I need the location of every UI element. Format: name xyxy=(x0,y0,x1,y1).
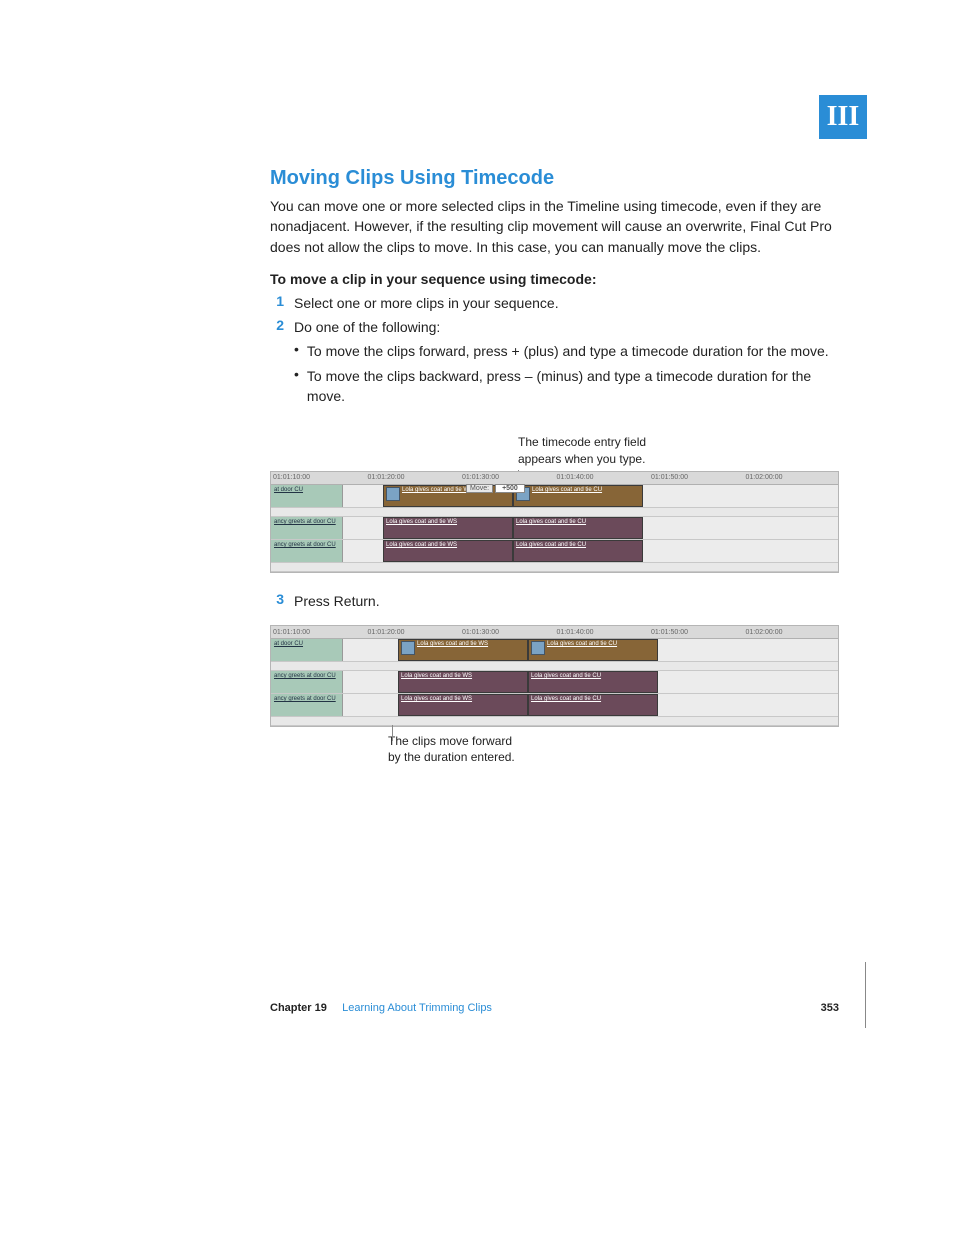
step-text: Press Return. xyxy=(294,591,380,611)
bullet-1: • To move the clips forward, press + (pl… xyxy=(294,341,839,361)
step-number: 2 xyxy=(270,317,284,337)
move-entry-field: Move: +500 xyxy=(466,484,525,493)
track-label: at door CU xyxy=(271,639,343,661)
clip-thumbnail-icon xyxy=(386,487,400,501)
timeline-ruler: 01:01:10:0001:01:20:0001:01:30:0001:01:4… xyxy=(271,626,838,639)
audio-track: ancy greets at door CU Lola gives coat a… xyxy=(271,517,838,540)
clip-thumbnail-icon xyxy=(401,641,415,655)
bullet-text: To move the clips forward, press + (plus… xyxy=(307,341,829,361)
step-3: 3 Press Return. xyxy=(270,591,839,611)
page-number: 353 xyxy=(821,1002,839,1014)
intro-paragraph: You can move one or more selected clips … xyxy=(270,196,839,257)
step-1: 1 Select one or more clips in your seque… xyxy=(270,293,839,313)
page-footer: Chapter 19 Learning About Trimming Clips… xyxy=(270,1002,839,1014)
audio-clip: Lola gives coat and tie CU xyxy=(513,517,643,539)
timeline-screenshot: 01:01:10:0001:01:20:0001:01:30:0001:01:4… xyxy=(270,471,839,573)
track-label: at door CU xyxy=(271,485,343,507)
audio-clip: Lola gives coat and tie CU xyxy=(528,694,658,716)
audio-track: ancy greets at door CU Lola gives coat a… xyxy=(271,694,838,717)
audio-clip: Lola gives coat and tie WS xyxy=(398,694,528,716)
bullet-dot: • xyxy=(294,366,299,407)
move-value: +500 xyxy=(495,484,525,493)
chapter-title: Learning About Trimming Clips xyxy=(342,1002,492,1014)
section-tab: III xyxy=(819,95,867,139)
clip-thumbnail-icon xyxy=(531,641,545,655)
audio-clip: Lola gives coat and tie WS xyxy=(383,540,513,562)
chapter-number: Chapter 19 xyxy=(270,1002,327,1014)
audio-clip: Lola gives coat and tie CU xyxy=(513,540,643,562)
leader-line xyxy=(392,725,393,741)
margin-rule xyxy=(861,962,866,1028)
track-label: ancy greets at door CU xyxy=(271,540,343,562)
figure-2: 01:01:10:0001:01:20:0001:01:30:0001:01:4… xyxy=(270,625,839,765)
procedure-title: To move a clip in your sequence using ti… xyxy=(270,271,839,287)
track-label: ancy greets at door CU xyxy=(271,517,343,539)
track-label: ancy greets at door CU xyxy=(271,694,343,716)
audio-clip: Lola gives coat and tie WS xyxy=(398,671,528,693)
step-number: 3 xyxy=(270,591,284,611)
move-label: Move: xyxy=(466,484,493,493)
video-clip: Lola gives coat and tie CU xyxy=(513,485,643,507)
heading: Moving Clips Using Timecode xyxy=(270,167,839,190)
figure-caption: The timecode entry fieldappears when you… xyxy=(518,434,839,466)
video-track: at door CU Lola gives coat and tie WS Lo… xyxy=(271,485,838,508)
audio-track: ancy greets at door CU Lola gives coat a… xyxy=(271,671,838,694)
video-track: at door CU Lola gives coat and tie WS Lo… xyxy=(271,639,838,662)
step-2: 2 Do one of the following: xyxy=(270,317,839,337)
figure-caption: The clips move forwardby the duration en… xyxy=(388,733,839,765)
timeline-screenshot: 01:01:10:0001:01:20:0001:01:30:0001:01:4… xyxy=(270,625,839,727)
step-number: 1 xyxy=(270,293,284,313)
bullet-2: • To move the clips backward, press – (m… xyxy=(294,366,839,407)
timeline-ruler: 01:01:10:0001:01:20:0001:01:30:0001:01:4… xyxy=(271,472,838,485)
step-text: Select one or more clips in your sequenc… xyxy=(294,293,559,313)
bullet-dot: • xyxy=(294,341,299,361)
audio-clip: Lola gives coat and tie CU xyxy=(528,671,658,693)
video-clip: Lola gives coat and tie WS xyxy=(398,639,528,661)
audio-track: ancy greets at door CU Lola gives coat a… xyxy=(271,540,838,563)
figure-1: The timecode entry fieldappears when you… xyxy=(270,434,839,572)
step-text: Do one of the following: xyxy=(294,317,440,337)
bullet-text: To move the clips backward, press – (min… xyxy=(307,366,839,407)
audio-clip: Lola gives coat and tie WS xyxy=(383,517,513,539)
video-clip: Lola gives coat and tie CU xyxy=(528,639,658,661)
track-label: ancy greets at door CU xyxy=(271,671,343,693)
